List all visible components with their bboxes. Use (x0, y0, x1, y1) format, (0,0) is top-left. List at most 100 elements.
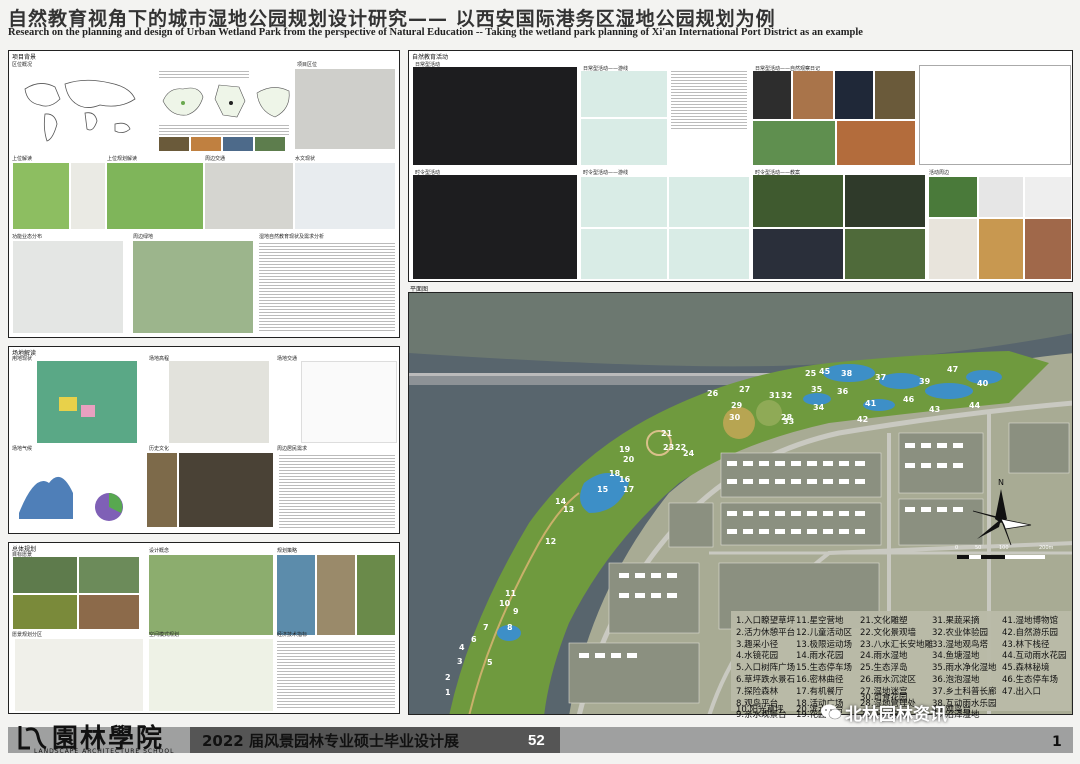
plan-label: 36 (837, 387, 849, 396)
panel-site-reading: 场地解读 用地现状 场地高程 场地交通 场地气候 历史文化 周边居民需求 (8, 346, 400, 534)
analysis-chart (259, 241, 395, 333)
legend-item: 13.极限运动场 (796, 639, 853, 650)
traffic-map (205, 163, 293, 229)
site-location-map (295, 69, 395, 149)
plan-label: 29 (731, 401, 743, 410)
plan-label: 17 (623, 485, 635, 494)
plan-label: 45 (819, 367, 831, 376)
legend-item: 37.乡土科普长廊 (932, 686, 997, 697)
panel-title: 项目背景 (12, 54, 37, 61)
upper-plan-map (13, 163, 69, 229)
section-label: 用地现状 (12, 356, 33, 362)
legend-item: 6.草坪跌水景石 (736, 674, 796, 685)
panel-title: 自然教育活动 (412, 54, 449, 61)
leaf-photo (793, 71, 833, 119)
land-use-patch (59, 397, 77, 411)
text-block (159, 69, 249, 79)
legend-item: 43.林下栈径 (1002, 639, 1050, 650)
strategy-photo (357, 555, 395, 635)
legend-item: 44.互动雨水花园 (1002, 651, 1067, 662)
photo-thumb (159, 137, 189, 151)
hands-photo (837, 121, 915, 165)
plan-label: 21 (661, 429, 673, 438)
panel-nature-education: 自然教育活动 日常型活动 日常型活动——游线 日常型活动——自然观察日记 时令型… (408, 50, 1073, 282)
legend-item: 11.星空营地 (796, 616, 844, 626)
plan-label: 24 (683, 449, 695, 458)
plan-label: 42 (857, 415, 869, 424)
photo-thumb (255, 137, 285, 151)
culture-figure (147, 453, 177, 527)
plan-label: 43 (929, 405, 941, 414)
section-label: 上位解读 (12, 156, 33, 162)
indicator-table (277, 639, 395, 709)
merch-photo (1025, 219, 1071, 279)
section-label: 水文现状 (295, 156, 316, 162)
legend-item: 5.入口树阵广场 (736, 663, 796, 674)
wechat-icon (821, 704, 842, 720)
legend-item: 26.雨水沉淀区 (860, 674, 917, 685)
section-label: 愿景规划分区 (12, 632, 43, 638)
legend-item: 24.雨水湿地 (860, 651, 908, 662)
plan-label: 15 (597, 485, 609, 494)
climate-chart (15, 453, 145, 531)
section-label: 周边居民需求 (277, 446, 308, 452)
section-label: 活动周边 (929, 170, 950, 176)
upper-plan-map (107, 163, 203, 229)
plan-label: 32 (781, 391, 793, 400)
section-label: 空间模式规划 (149, 632, 180, 638)
plan-label: 40 (977, 379, 989, 388)
legend-item: 14.雨水花园 (796, 651, 844, 662)
section-label: 周边交通 (205, 156, 226, 162)
seasonal-route-map (581, 229, 667, 279)
svg-text:N: N (998, 478, 1004, 487)
green-space-map (133, 241, 253, 333)
section-label: 时令型活动——游线 (583, 170, 629, 176)
plan-label: 14 (555, 497, 567, 506)
merch-photo (1025, 177, 1071, 217)
plan-label: 38 (841, 369, 853, 378)
legend-item: 4.水镜花园 (736, 651, 779, 662)
seasonal-activity-diagram (413, 175, 577, 279)
landscape-photo (875, 71, 915, 119)
merch-photo (929, 219, 977, 279)
plan-label: 31 (769, 391, 781, 400)
legend-item: 3.趣采小径 (736, 639, 779, 650)
space-mode-diagram (149, 639, 273, 711)
vision-photo (79, 557, 139, 593)
legend-item: 12.儿童活动区 (796, 627, 853, 638)
plan-label: 6 (471, 635, 477, 644)
plan-label: 41 (865, 399, 877, 408)
land-use-map (37, 361, 137, 443)
legend-item: 34.鱼塘湿地 (932, 651, 980, 662)
upper-plan-map (71, 163, 105, 229)
page-number: 1 (1052, 734, 1062, 750)
province-map-image (214, 84, 246, 118)
plan-label: 37 (875, 373, 887, 382)
plan-label: 25 (805, 369, 817, 378)
vision-photo (79, 595, 139, 629)
plan-label: 13 (563, 505, 575, 514)
scale-label: 50 (975, 545, 982, 551)
hydrology-map (295, 163, 395, 229)
plan-label: 26 (707, 389, 719, 398)
legend-item: 10.阳光草坪 (736, 705, 784, 715)
legend-item: 41.湿地博物馆 (1002, 616, 1059, 626)
exhibition-title: 2022 届风景园林专业硕士毕业设计展 (202, 732, 459, 750)
section-label: 区位概况 (12, 62, 33, 68)
legend-item: 17.有机餐厅 (796, 686, 844, 697)
plan-label: 34 (813, 403, 825, 412)
culture-photo (179, 453, 273, 527)
exhibition-number: 52 (528, 732, 545, 749)
planter-cover (753, 71, 791, 119)
section-label: 场地高程 (149, 356, 170, 362)
panel-overall-planning: 总体规划 目标愿景 设计概念 规划策略 愿景规划分区 空间模式规划 经济技术指标 (8, 542, 400, 714)
merch-photo (979, 177, 1023, 217)
traffic-map (301, 361, 397, 443)
legend-item: 35.雨水净化湿地 (932, 663, 997, 674)
activity-text (671, 69, 747, 131)
plan-label: 27 (739, 385, 751, 394)
scale-label: 100 (999, 545, 1009, 551)
vision-photo (13, 595, 77, 629)
section-label: 场地气候 (12, 446, 33, 452)
legend-item: 33.湿地观鸟塔 (932, 639, 989, 650)
